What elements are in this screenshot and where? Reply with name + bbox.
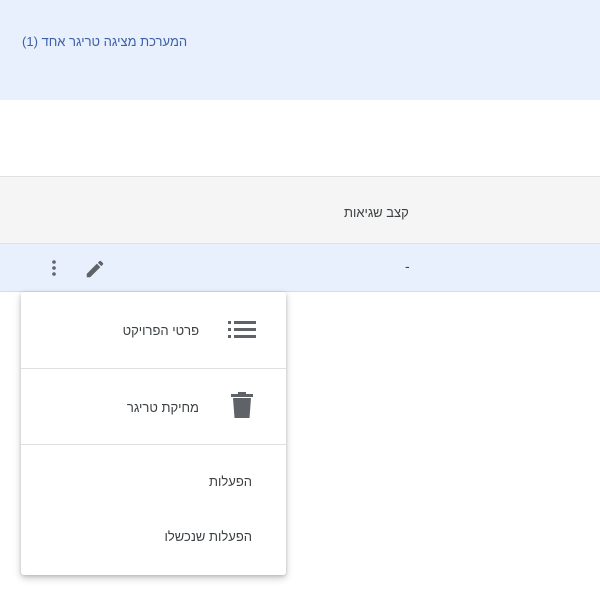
column-header-error-rate[interactable]: קצב שגיאות (344, 205, 409, 220)
pencil-icon (86, 260, 104, 278)
error-rate-cell: - (405, 258, 410, 274)
more-vert-icon (52, 260, 56, 276)
context-menu: פרטי הפרויקט מחיקת טריגר הפעלות הפעלות ש… (21, 292, 286, 575)
table-row[interactable]: - (0, 244, 600, 292)
banner-text: המערכת מציגה טריגר אחד (1) (22, 34, 188, 49)
menu-item-delete-trigger[interactable]: מחיקת טריגר (21, 369, 286, 444)
info-banner: המערכת מציגה טריגר אחד (1) (0, 0, 600, 100)
menu-item-label: הפעלות (209, 474, 252, 489)
list-icon (228, 319, 256, 344)
menu-item-label: פרטי הפרויקט (122, 323, 199, 338)
page: המערכת מציגה טריגר אחד (1) קצב שגיאות - (0, 0, 600, 600)
menu-item-failed-runs[interactable]: הפעלות שנכשלו (21, 507, 286, 575)
table-header: קצב שגיאות (0, 176, 600, 244)
menu-item-label: הפעלות שנכשלו (164, 529, 252, 544)
menu-item-label: מחיקת טריגר (126, 400, 199, 415)
more-actions-button[interactable] (44, 256, 64, 280)
edit-button[interactable] (84, 258, 106, 280)
trash-icon (231, 392, 253, 423)
menu-item-runs[interactable]: הפעלות (21, 445, 286, 507)
menu-item-project-details[interactable]: פרטי הפרויקט (21, 292, 286, 368)
